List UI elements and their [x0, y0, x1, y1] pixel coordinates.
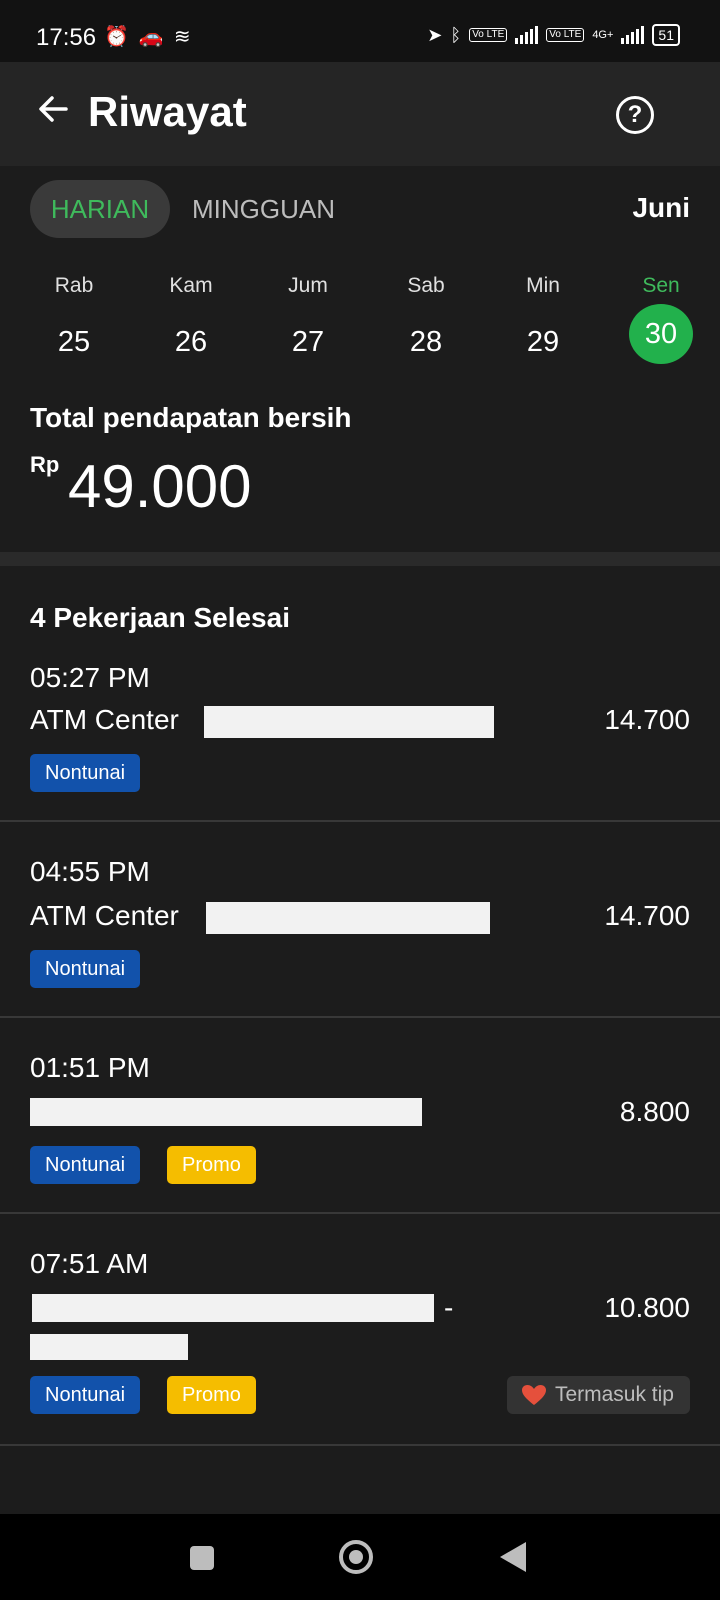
job-time: 04:55 PM: [30, 856, 150, 887]
navigation-bar: [0, 1514, 720, 1600]
network-type: 4G+: [592, 29, 614, 41]
job-amount: 8.800: [619, 1096, 690, 1127]
day-name: Jum: [288, 274, 328, 297]
signal-icon-1: [515, 26, 539, 44]
job-time: 05:27 PM: [30, 662, 150, 693]
day-date: 28: [409, 326, 443, 358]
day-date: 30: [629, 304, 693, 364]
job-amount: 14.700: [604, 704, 690, 735]
day-selector: Rab 25 Kam 26 Jum 27 Sab 28 Min 29 Sen 3…: [0, 274, 720, 374]
day-item[interactable]: Rab 25: [29, 274, 119, 372]
redacted-text: [30, 1334, 188, 1360]
day-name: Min: [526, 274, 560, 297]
signal-icon-2: [621, 26, 645, 44]
job-row[interactable]: 05:27 PM ATM Center 14.700 Nontunai: [0, 650, 720, 822]
redacted-text: [206, 902, 490, 934]
job-time: 01:51 PM: [30, 1052, 150, 1083]
bluetooth-icon: ᛒ: [450, 24, 462, 45]
tip-label: Termasuk tip: [554, 1383, 674, 1406]
day-date: 27: [291, 326, 325, 358]
day-item-selected[interactable]: Sen 30: [616, 274, 706, 364]
status-time: 17:56: [36, 24, 97, 51]
job-row[interactable]: 04:55 PM ATM Center 14.700 Nontunai: [0, 820, 720, 1018]
volte-label-2: Vo LTE: [546, 28, 585, 42]
layers-icon: ≋: [173, 26, 191, 48]
recents-button[interactable]: [190, 1546, 214, 1570]
day-name: Sab: [407, 274, 445, 297]
redacted-text: [204, 706, 494, 738]
status-bar: 17:56 ⏰ 🚗 ≋ ➤ ᛒ Vo LTE Vo LTE 4G+ 51: [0, 0, 720, 62]
day-name: Sen: [642, 274, 680, 297]
home-button[interactable]: [339, 1540, 373, 1574]
job-place: ATM Center: [30, 704, 179, 735]
badge-nontunai: Nontunai: [30, 754, 141, 792]
job-place: ATM Center: [30, 900, 179, 931]
month-label: Juni: [632, 192, 690, 223]
battery-icon: 51: [652, 24, 680, 46]
jobs-count-title: 4 Pekerjaan Selesai: [30, 602, 290, 633]
total-earnings-value: 49.000: [68, 453, 252, 520]
day-item[interactable]: Kam 26: [146, 274, 236, 372]
total-earnings-label: Total pendapatan bersih: [30, 402, 352, 433]
badge-promo: Promo: [167, 1376, 256, 1414]
back-arrow-icon[interactable]: [36, 92, 70, 126]
job-row[interactable]: 07:51 AM - 10.800 Nontunai Promo Termasu…: [0, 1212, 720, 1446]
help-icon[interactable]: ?: [616, 96, 654, 134]
tab-weekly[interactable]: MINGGUAN: [192, 194, 335, 225]
job-time: 07:51 AM: [30, 1248, 149, 1279]
job-amount: 10.800: [604, 1292, 690, 1323]
badge-nontunai: Nontunai: [30, 950, 141, 988]
earnings-header: HARIAN MINGGUAN Juni Rab 25 Kam 26 Jum 2…: [0, 166, 720, 552]
job-list: 4 Pekerjaan Selesai 05:27 PM ATM Center …: [0, 566, 720, 1514]
day-item[interactable]: Min 29: [498, 274, 588, 372]
car-icon: 🚗: [138, 26, 164, 48]
day-item[interactable]: Jum 27: [263, 274, 353, 372]
redacted-text: [30, 1098, 422, 1126]
day-item[interactable]: Sab 28: [381, 274, 471, 372]
tab-daily[interactable]: HARIAN: [30, 180, 170, 238]
location-icon: ➤: [427, 24, 443, 45]
day-date: 25: [57, 326, 91, 358]
day-date: 29: [526, 326, 560, 358]
tip-chip: Termasuk tip: [506, 1376, 690, 1414]
redacted-text: [32, 1294, 434, 1322]
heart-icon: [521, 1385, 546, 1405]
alarm-icon: ⏰: [104, 26, 129, 48]
badge-promo: Promo: [167, 1146, 256, 1184]
job-amount: 14.700: [604, 900, 690, 931]
section-divider: [0, 552, 720, 566]
badge-nontunai: Nontunai: [30, 1376, 141, 1414]
job-place-dash: -: [444, 1292, 454, 1323]
day-date: 26: [174, 326, 208, 358]
back-button[interactable]: [500, 1542, 526, 1572]
day-name: Kam: [169, 274, 213, 297]
day-name: Rab: [54, 274, 94, 297]
volte-label-1: Vo LTE: [469, 28, 508, 42]
job-row[interactable]: 01:51 PM 8.800 Nontunai Promo: [0, 1016, 720, 1214]
currency-label: Rp: [30, 452, 60, 477]
badge-nontunai: Nontunai: [30, 1146, 141, 1184]
app-bar: Riwayat ?: [0, 62, 720, 166]
page-title: Riwayat: [88, 88, 247, 135]
